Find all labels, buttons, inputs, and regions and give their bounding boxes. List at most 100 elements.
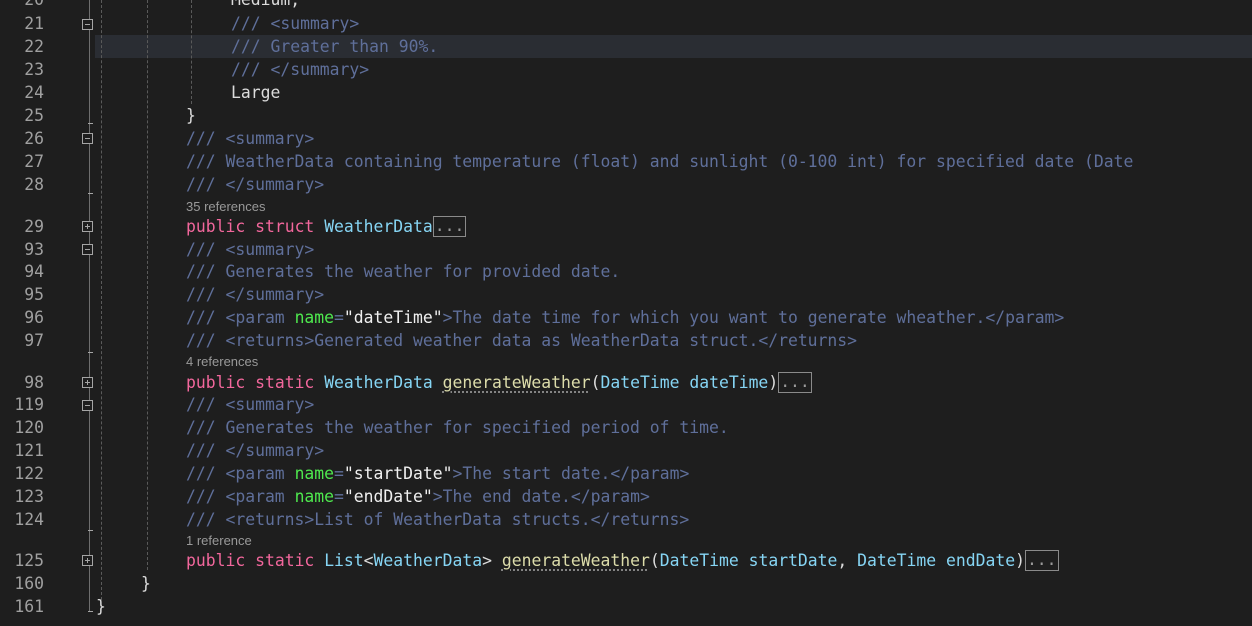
collapse-region-button[interactable] [82, 19, 93, 30]
code-line[interactable]: /// <summary> [186, 393, 314, 416]
keyword: public [186, 217, 246, 236]
line-number: 160 [14, 574, 44, 593]
code-line[interactable]: } [141, 572, 151, 595]
xml-attribute: name [294, 308, 335, 327]
code-line[interactable]: public static List<WeatherData> generate… [186, 549, 1059, 572]
xml-attribute-value: "dateTime" [343, 308, 443, 327]
line-number: 26 [24, 129, 44, 148]
parameter-name: endDate [945, 551, 1016, 570]
line-number: 123 [14, 487, 44, 506]
code-line[interactable]: /// Generates the weather for provided d… [186, 260, 620, 283]
codelens-references[interactable]: 1 reference [186, 533, 252, 549]
doc-comment: /// <param [186, 487, 295, 506]
type-name: DateTime [659, 551, 739, 570]
method-name: generateWeather [442, 373, 591, 392]
type-name: DateTime [600, 373, 680, 392]
xml-attribute: name [294, 464, 335, 483]
type-name: WeatherData [373, 551, 483, 570]
punctuation: ) [1015, 551, 1025, 570]
expand-region-button[interactable] [82, 377, 93, 388]
code-line[interactable]: /// <param name="dateTime">The date time… [186, 306, 1064, 329]
line-number: 29 [24, 217, 44, 236]
punctuation: ( [649, 551, 660, 570]
collapse-region-button[interactable] [82, 244, 93, 255]
code-line[interactable]: /// </summary> [186, 283, 324, 306]
line-number: 124 [14, 510, 44, 529]
doc-comment: /// <param [186, 308, 295, 327]
line-number: 23 [24, 60, 44, 79]
code-line[interactable]: public struct WeatherData... [186, 215, 467, 238]
line-number: 24 [24, 83, 44, 102]
keyword: public [186, 551, 246, 570]
code-line[interactable]: } [186, 104, 196, 127]
indent-guide [147, 0, 148, 570]
doc-comment: >The end date.</param> [432, 487, 650, 506]
doc-comment: /// <param [186, 464, 295, 483]
codelens-references[interactable]: 35 references [186, 199, 266, 215]
outline-tick [88, 611, 93, 612]
doc-comment: >The date time for which you want to gen… [442, 308, 1065, 327]
punctuation: < [363, 551, 374, 570]
line-number: 121 [14, 441, 44, 460]
line-number: 25 [24, 106, 44, 125]
code-editor[interactable]: 20 Medium, 21 /// <summary> 22 /// Great… [0, 0, 1252, 626]
outline-tick [88, 530, 93, 531]
code-line[interactable]: Large [231, 81, 280, 104]
line-number: 125 [14, 551, 44, 570]
code-line[interactable]: /// Greater than 90%. [231, 35, 438, 58]
type-name: List [324, 551, 364, 570]
outline-tick [88, 123, 93, 124]
doc-comment: = [334, 308, 344, 327]
code-line[interactable]: /// <param name="startDate">The start da… [186, 462, 689, 485]
code-line[interactable]: /// <returns>Generated weather data as W… [186, 329, 857, 352]
line-number: 122 [14, 464, 44, 483]
doc-comment: = [334, 487, 344, 506]
code-line[interactable]: Medium, [231, 0, 300, 11]
outline-tick [88, 352, 93, 353]
punctuation: > [482, 551, 492, 570]
code-line[interactable]: /// <summary> [186, 238, 314, 261]
type-name: WeatherData [324, 373, 433, 392]
punctuation: ) [768, 373, 779, 392]
collapse-region-button[interactable] [82, 133, 93, 144]
keyword: struct [255, 217, 315, 236]
keyword: public [186, 373, 246, 392]
line-number: 93 [24, 240, 44, 259]
line-number: 28 [24, 175, 44, 194]
expand-region-button[interactable] [82, 555, 93, 566]
parameter-name: dateTime [689, 373, 769, 392]
outline-tick [88, 193, 93, 194]
punctuation: ( [590, 373, 601, 392]
codelens-references[interactable]: 4 references [186, 354, 258, 370]
line-number: 161 [14, 597, 44, 616]
code-line[interactable]: /// <param name="endDate">The end date.<… [186, 485, 650, 508]
line-number: 119 [14, 395, 44, 414]
code-line[interactable]: } [96, 595, 106, 618]
code-line[interactable]: /// <summary> [231, 12, 359, 35]
outline-guide [89, 0, 90, 612]
code-line[interactable]: /// </summary> [186, 173, 324, 196]
code-line[interactable]: /// <returns>List of WeatherData structs… [186, 508, 689, 531]
collapse-region-button[interactable] [82, 400, 93, 411]
punctuation: , [837, 551, 858, 570]
type-name: DateTime [857, 551, 937, 570]
code-line[interactable]: /// </summary> [186, 439, 324, 462]
code-line[interactable]: /// <summary> [186, 127, 314, 150]
collapsed-region-indicator[interactable]: ... [432, 216, 467, 237]
line-number: 98 [24, 373, 44, 392]
code-line[interactable]: /// WeatherData containing temperature (… [186, 150, 1133, 173]
line-number: 120 [14, 418, 44, 437]
code-line[interactable]: /// Generates the weather for specified … [186, 416, 729, 439]
line-number: 20 [0, 0, 44, 11]
line-number: 97 [24, 331, 44, 350]
expand-region-button[interactable] [82, 221, 93, 232]
line-number: 22 [24, 37, 44, 56]
code-line[interactable]: public static WeatherData generateWeathe… [186, 371, 812, 394]
doc-comment: >The start date.</param> [452, 464, 690, 483]
code-line[interactable]: /// </summary> [231, 58, 369, 81]
doc-comment: = [334, 464, 344, 483]
line-number: 94 [24, 262, 44, 281]
collapsed-region-indicator[interactable]: ... [1024, 550, 1059, 571]
xml-attribute-value: "startDate" [343, 464, 453, 483]
collapsed-region-indicator[interactable]: ... [778, 372, 812, 393]
